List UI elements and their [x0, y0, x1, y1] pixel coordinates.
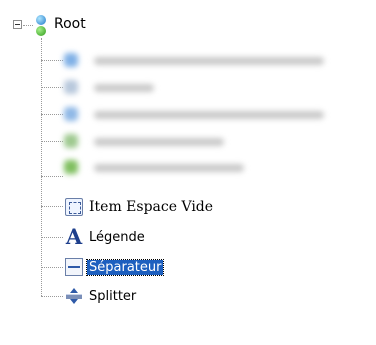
- blurred-tree-item[interactable]: [64, 105, 364, 123]
- blurred-tree-item[interactable]: [64, 51, 364, 69]
- root-node-icon: [34, 15, 48, 37]
- tree-item-empty-space[interactable]: Item Espace Vide: [64, 196, 213, 218]
- tree-item-label: Item Espace Vide: [89, 199, 214, 215]
- tree-item-label: Splitter: [89, 288, 137, 304]
- collapse-toggle[interactable]: [13, 20, 22, 29]
- empty-space-icon: [64, 197, 84, 217]
- blurred-tree-item[interactable]: [64, 158, 364, 176]
- tree-item-label: Séparateur: [85, 258, 165, 276]
- tree-item-splitter[interactable]: Splitter: [64, 285, 136, 307]
- tree-view[interactable]: Root Item Espace Vide A Légende Séparate…: [0, 0, 376, 345]
- tree-line: [41, 114, 63, 115]
- blurred-tree-item[interactable]: [64, 132, 364, 150]
- separator-icon: [64, 257, 84, 277]
- tree-line: [41, 267, 63, 268]
- tree-item-separator[interactable]: Séparateur: [64, 256, 165, 278]
- splitter-icon: [64, 286, 84, 306]
- tree-line: [41, 296, 63, 297]
- tree-item-caption[interactable]: A Légende: [64, 224, 145, 249]
- tree-line: [41, 237, 63, 238]
- tree-line: [41, 87, 63, 88]
- tree-node-root[interactable]: Root: [54, 16, 86, 32]
- caption-icon: A: [65, 224, 83, 249]
- tree-line: [23, 25, 33, 26]
- tree-line: [41, 38, 42, 296]
- tree-line: [41, 176, 63, 177]
- blurred-tree-item[interactable]: [64, 78, 364, 96]
- tree-line: [41, 206, 63, 207]
- tree-item-label: Légende: [89, 229, 145, 245]
- tree-line: [41, 60, 63, 61]
- tree-line: [41, 141, 63, 142]
